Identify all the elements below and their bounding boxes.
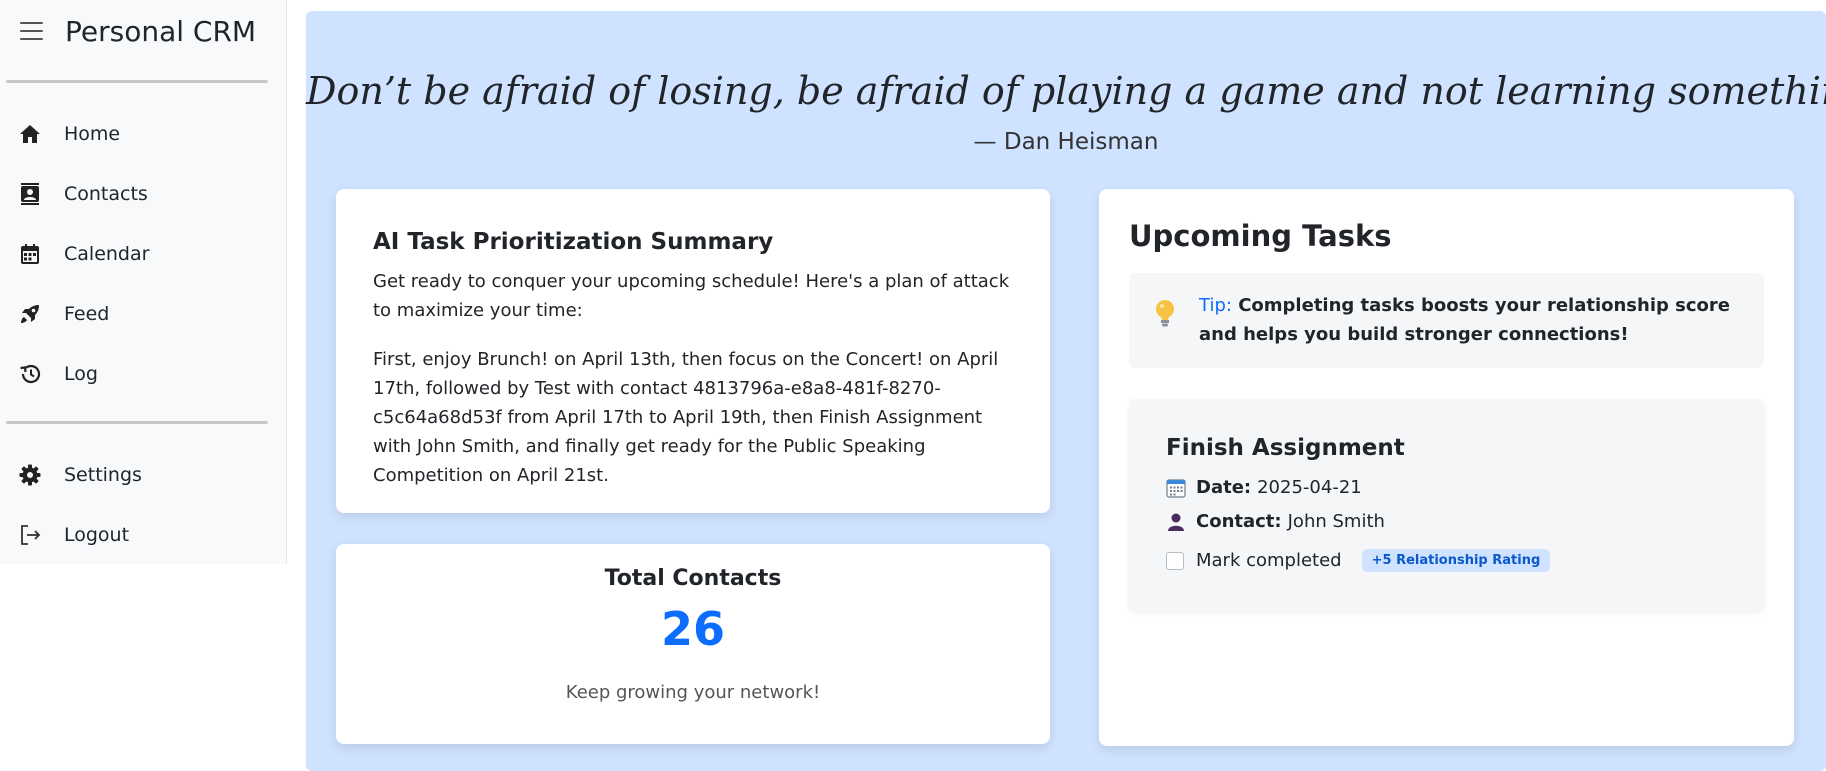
task-contact: John Smith [1287, 511, 1385, 532]
sidebar-item-log[interactable]: Log [18, 354, 268, 394]
tip-text: Tip: Completing tasks boosts your relati… [1199, 291, 1747, 349]
tip-box: Tip: Completing tasks boosts your relati… [1129, 273, 1764, 368]
person-icon [1168, 513, 1184, 531]
sidebar-item-label: Feed [64, 303, 110, 325]
upcoming-tasks-card: Upcoming Tasks Tip: Completing tasks boo… [1099, 189, 1794, 746]
sidebar-item-label: Calendar [64, 243, 150, 265]
total-contacts-count: 26 [660, 602, 725, 656]
sidebar-divider [6, 80, 268, 83]
tip-label: Tip: [1199, 295, 1232, 316]
logout-icon [21, 525, 41, 545]
rocket-icon [21, 305, 39, 323]
relationship-rating-badge: +5 Relationship Rating [1361, 549, 1551, 572]
tip-message: Completing tasks boosts your relationshi… [1199, 295, 1730, 345]
ai-summary-intro: Get ready to conquer your upcoming sched… [373, 271, 1010, 321]
task-item: Finish Assignment Date: 2025-04-21 Conta… [1129, 399, 1764, 611]
ai-summary-plan: First, enjoy Brunch! on April 13th, then… [373, 349, 999, 486]
total-contacts-card: Total Contacts 26 Keep growing your netw… [336, 544, 1050, 744]
contacts-icon [21, 183, 39, 205]
sidebar-item-label: Contacts [64, 183, 148, 205]
sidebar-item-settings[interactable]: Settings [18, 455, 268, 495]
sidebar-item-label: Settings [64, 464, 142, 486]
quote-text: Don’t be afraid of losing, be afraid of … [306, 69, 1826, 113]
upcoming-tasks-title: Upcoming Tasks [1129, 219, 1392, 253]
lightbulb-icon [1156, 300, 1174, 327]
brand: Personal CRM [20, 12, 256, 50]
sidebar: Personal CRM Home Contacts Calendar Feed… [0, 0, 287, 564]
sidebar-item-label: Logout [64, 524, 130, 546]
sidebar-item-logout[interactable]: Logout [18, 515, 268, 555]
main-content: Don’t be afraid of losing, be afraid of … [306, 11, 1826, 771]
sidebar-item-calendar[interactable]: Calendar [18, 234, 268, 274]
task-date-label: Date: [1196, 477, 1252, 498]
sidebar-item-label: Log [64, 363, 98, 385]
ai-summary-card: AI Task Prioritization Summary Get ready… [336, 189, 1050, 513]
sidebar-divider [6, 421, 268, 424]
sidebar-item-home[interactable]: Home [18, 114, 268, 154]
home-icon [20, 125, 40, 143]
task-contact-label: Contact: [1196, 511, 1282, 532]
calendar-icon [21, 244, 39, 264]
total-contacts-subtitle: Keep growing your network! [565, 682, 821, 703]
app-title: Personal CRM [65, 14, 257, 48]
menu-icon[interactable] [20, 22, 43, 40]
task-contact-row: Contact: John Smith [1166, 511, 1385, 532]
task-title: Finish Assignment [1166, 435, 1405, 461]
sidebar-item-label: Home [64, 123, 121, 145]
task-date-row: Date: 2025-04-21 [1166, 477, 1362, 498]
task-complete-row: Mark completed +5 Relationship Rating [1166, 549, 1551, 572]
task-date: 2025-04-21 [1257, 477, 1362, 498]
calendar-icon [1166, 478, 1186, 498]
total-contacts-title: Total Contacts [604, 566, 782, 591]
gear-icon [19, 464, 41, 486]
mark-completed-label[interactable]: Mark completed [1196, 550, 1342, 571]
history-icon [20, 364, 41, 384]
mark-completed-checkbox[interactable] [1166, 551, 1184, 570]
quote-author: — Dan Heisman [973, 129, 1159, 155]
sidebar-item-feed[interactable]: Feed [18, 294, 268, 334]
ai-summary-title: AI Task Prioritization Summary [373, 229, 774, 255]
sidebar-item-contacts[interactable]: Contacts [18, 174, 268, 214]
